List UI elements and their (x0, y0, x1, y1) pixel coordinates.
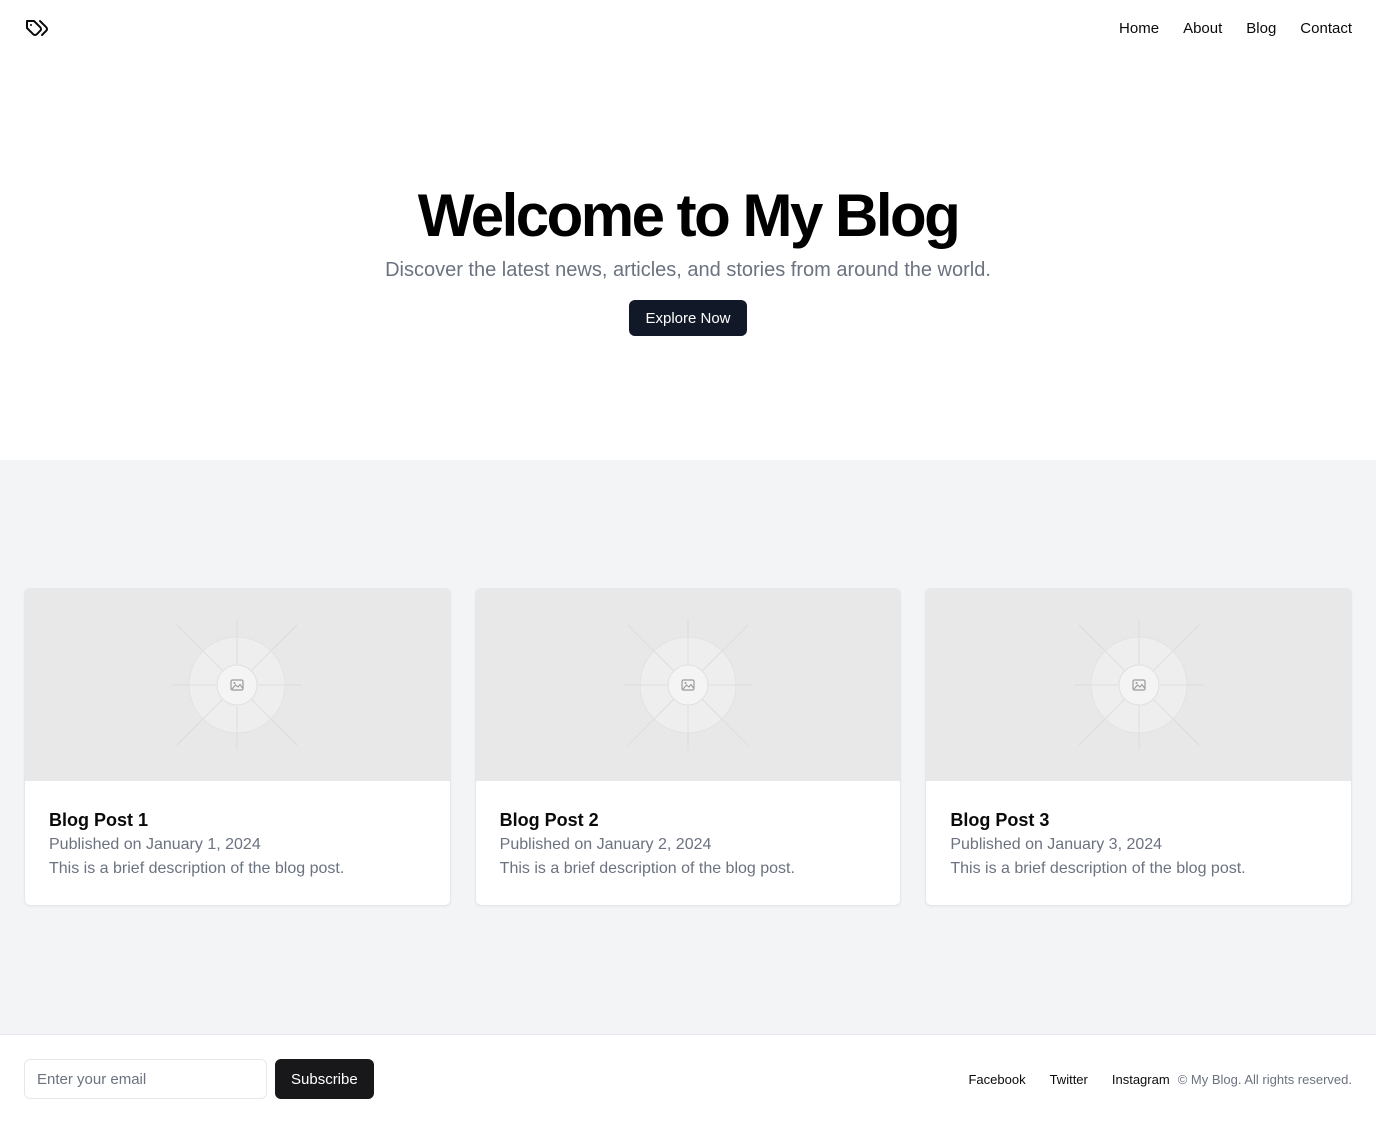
tags-icon (26, 20, 48, 36)
image-placeholder-icon (623, 620, 753, 750)
hero-section: Welcome to My Blog Discover the latest n… (0, 56, 1376, 460)
hero-subtitle: Discover the latest news, articles, and … (385, 259, 991, 281)
instagram-link[interactable]: Instagram (1112, 1072, 1170, 1087)
nav-home-link[interactable]: Home (1119, 20, 1159, 37)
nav-blog-link[interactable]: Blog (1246, 20, 1276, 37)
email-input[interactable] (24, 1059, 267, 1099)
post-card[interactable]: Blog Post 2 Published on January 2, 2024… (474, 588, 902, 906)
hero-title: Welcome to My Blog (417, 182, 961, 249)
post-title[interactable]: Blog Post 3 (950, 807, 1327, 833)
twitter-link[interactable]: Twitter (1050, 1072, 1088, 1087)
social-links: Facebook Twitter Instagram (968, 1072, 1169, 1087)
logo[interactable] (24, 15, 50, 41)
posts-section: Blog Post 1 Published on January 1, 2024… (0, 460, 1376, 1034)
copyright-text: © My Blog. All rights reserved. (1177, 1071, 1352, 1087)
nav-about-link[interactable]: About (1183, 20, 1222, 37)
post-title[interactable]: Blog Post 1 (49, 807, 426, 833)
facebook-link[interactable]: Facebook (968, 1072, 1025, 1087)
post-date: Published on January 3, 2024 (950, 836, 1163, 853)
post-date: Published on January 2, 2024 (499, 836, 712, 853)
image-placeholder-icon (1073, 620, 1204, 750)
site-header: Home About Blog Contact (0, 0, 1376, 56)
post-cards: Blog Post 1 Published on January 1, 2024… (24, 588, 1353, 906)
post-description: This is a brief description of the blog … (950, 860, 1246, 877)
site-footer: Subscribe Facebook Twitter Instagram © M… (0, 1034, 1376, 1123)
post-image-placeholder (25, 589, 450, 781)
post-card[interactable]: Blog Post 1 Published on January 1, 2024… (24, 588, 451, 906)
post-card-body: Blog Post 3 Published on January 3, 2024… (926, 781, 1351, 881)
post-image-placeholder (926, 589, 1352, 781)
explore-now-button[interactable]: Explore Now (629, 300, 747, 336)
post-title[interactable]: Blog Post 2 (500, 807, 877, 833)
post-date: Published on January 1, 2024 (49, 836, 261, 853)
footer-right: Facebook Twitter Instagram © My Blog. Al… (968, 1072, 1352, 1087)
subscribe-button[interactable]: Subscribe (275, 1059, 374, 1099)
post-description: This is a brief description of the blog … (49, 860, 345, 877)
nav-contact-link[interactable]: Contact (1300, 20, 1352, 37)
image-placeholder-icon (172, 620, 303, 750)
main-nav: Home About Blog Contact (1119, 20, 1352, 37)
post-description: This is a brief description of the blog … (499, 860, 795, 877)
post-card[interactable]: Blog Post 3 Published on January 3, 2024… (925, 588, 1353, 906)
post-image-placeholder (475, 589, 901, 781)
newsletter-form: Subscribe (24, 1059, 374, 1099)
post-card-body: Blog Post 2 Published on January 2, 2024… (476, 781, 901, 881)
post-card-body: Blog Post 1 Published on January 1, 2024… (25, 781, 450, 881)
